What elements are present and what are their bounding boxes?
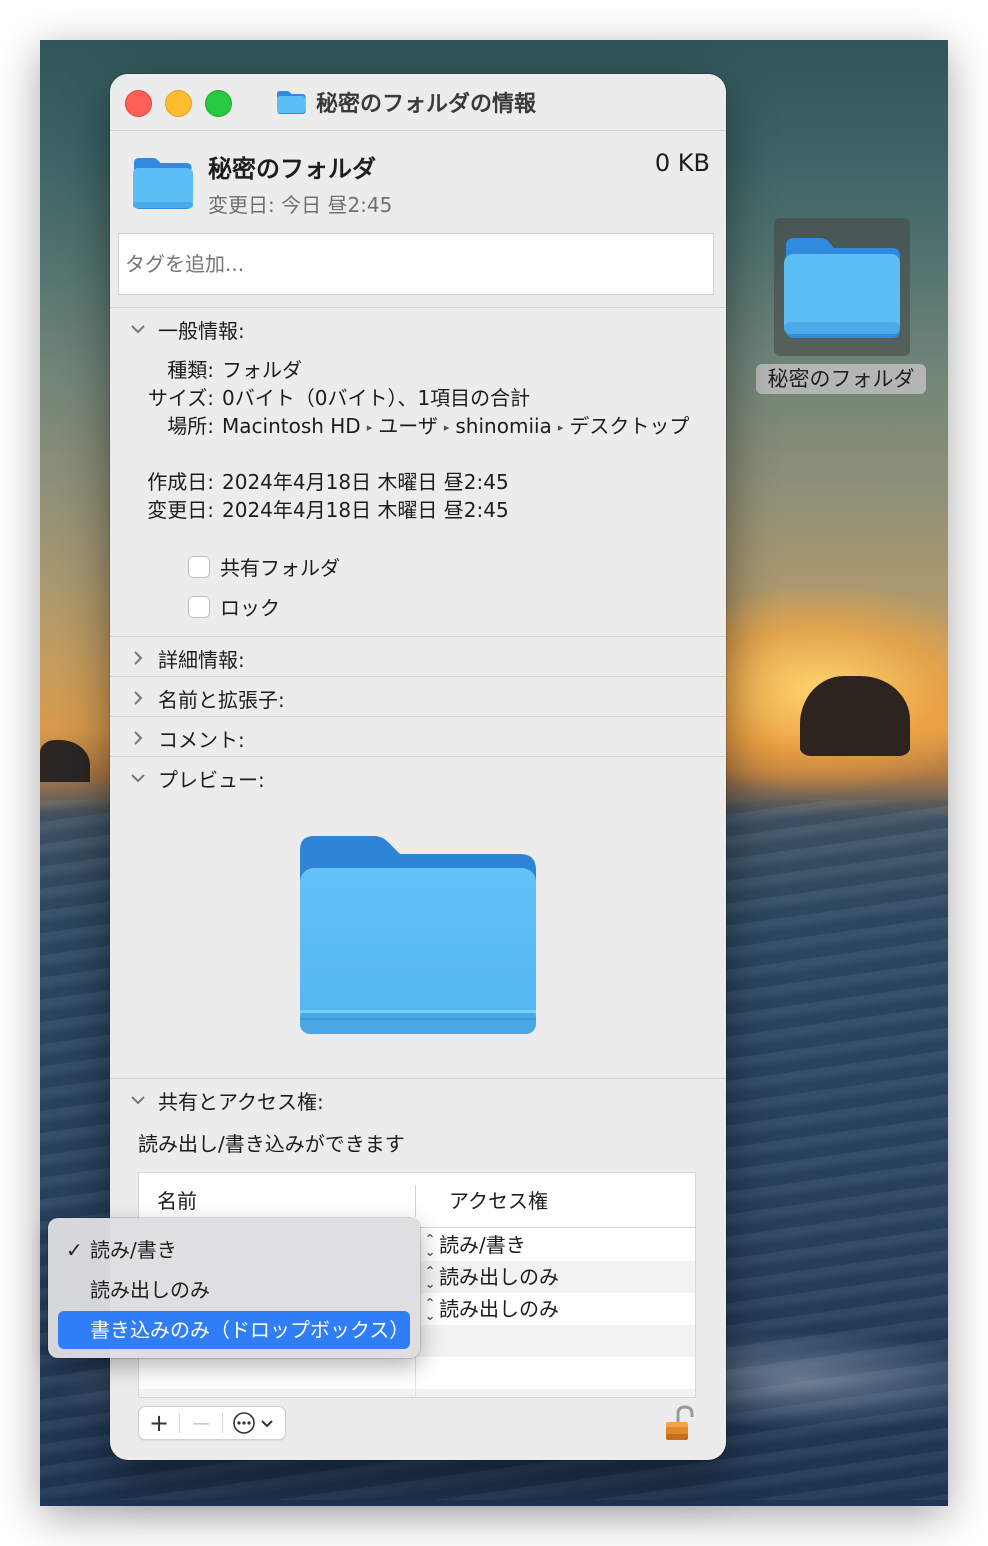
chevron-right-icon bbox=[134, 731, 143, 745]
chevron-down-icon bbox=[131, 774, 145, 783]
path-separator: ▸ bbox=[366, 421, 373, 434]
divider bbox=[110, 716, 726, 717]
section-general-label: 一般情報: bbox=[158, 318, 245, 343]
kind-value: フォルダ bbox=[222, 358, 302, 382]
column-separator bbox=[415, 1185, 416, 1217]
zoom-button[interactable] bbox=[205, 90, 232, 117]
chevron-down-icon bbox=[131, 325, 145, 334]
modified-date: 変更日: 今日 昼2:45 bbox=[208, 193, 393, 217]
add-user-button[interactable]: + bbox=[139, 1407, 179, 1439]
desktop-folder-icon[interactable] bbox=[774, 218, 910, 356]
chevron-right-icon bbox=[134, 651, 143, 665]
modified-label: 変更日: bbox=[147, 498, 214, 522]
section-more-info[interactable]: 詳細情報: bbox=[128, 643, 245, 673]
chevron-right-icon bbox=[134, 691, 143, 705]
access-popup-menu: ✓ 読み/書き 読み出しのみ 書き込みのみ（ドロップボックス） bbox=[48, 1218, 420, 1358]
shared-folder-checkbox[interactable] bbox=[188, 555, 210, 578]
locked-label: ロック bbox=[220, 596, 280, 620]
path-user: shinomiia bbox=[455, 414, 552, 438]
path-volume: Macintosh HD bbox=[222, 414, 361, 438]
divider bbox=[110, 636, 726, 637]
table-row bbox=[139, 1389, 695, 1397]
section-name-extension[interactable]: 名前と拡張子: bbox=[128, 683, 285, 713]
locked-checkbox-row[interactable]: ロック bbox=[188, 592, 280, 621]
file-size: 0 KB bbox=[654, 149, 710, 177]
close-button[interactable] bbox=[125, 90, 152, 117]
action-menu-button[interactable] bbox=[223, 1407, 283, 1439]
section-comments[interactable]: コメント: bbox=[128, 723, 245, 753]
updown-arrows-icon: ⌃ ⌃ bbox=[424, 1296, 436, 1322]
file-header: 秘密のフォルダ 0 KB 変更日: 今日 昼2:45 bbox=[110, 131, 726, 307]
title-bar[interactable]: 秘密のフォルダの情報 bbox=[110, 74, 726, 131]
where-label: 場所: bbox=[167, 414, 214, 438]
updown-arrows-icon: ⌃ ⌃ bbox=[424, 1232, 436, 1258]
section-sharing-label: 共有とアクセス権: bbox=[158, 1089, 324, 1114]
divider bbox=[110, 307, 726, 308]
ellipsis-circle-icon bbox=[233, 1412, 255, 1434]
file-name: 秘密のフォルダ bbox=[208, 155, 376, 183]
size-value: 0バイト（0バイト）、1項目の合計 bbox=[222, 386, 531, 410]
chevron-down-icon bbox=[131, 1096, 145, 1105]
updown-arrows-icon: ⌃ ⌃ bbox=[424, 1264, 436, 1290]
shared-folder-checkbox-row[interactable]: 共有フォルダ bbox=[188, 552, 340, 581]
created-value: 2024年4月18日 木曜日 昼2:45 bbox=[222, 470, 509, 494]
minimize-button[interactable] bbox=[165, 90, 192, 117]
divider bbox=[110, 756, 726, 757]
permission-description: 読み出し/書き込みができます bbox=[138, 1132, 405, 1156]
menu-item-label: 書き込みのみ（ドロップボックス） bbox=[90, 1318, 410, 1342]
menu-item-write-only[interactable]: 書き込みのみ（ドロップボックス） bbox=[58, 1311, 410, 1349]
tags-field[interactable] bbox=[118, 233, 714, 295]
divider bbox=[110, 1078, 726, 1079]
access-value: 読み/書き bbox=[439, 1233, 526, 1257]
path-users: ユーザ bbox=[378, 414, 438, 438]
window-title: 秘密のフォルダの情報 bbox=[316, 92, 537, 117]
title-folder-icon bbox=[277, 91, 306, 114]
shared-folder-label: 共有フォルダ bbox=[220, 556, 340, 580]
locked-checkbox[interactable] bbox=[188, 595, 210, 618]
remove-user-button[interactable]: — bbox=[180, 1407, 222, 1439]
sea-rock bbox=[800, 676, 910, 756]
section-more-info-label: 詳細情報: bbox=[158, 647, 245, 672]
size-label: サイズ: bbox=[147, 386, 214, 410]
where-value: Macintosh HD ▸ ユーザ ▸ shinomiia ▸ デスクトップ bbox=[222, 412, 692, 444]
chevron-down-icon bbox=[261, 1420, 273, 1428]
path-desktop: デスクトップ bbox=[569, 414, 690, 438]
path-separator: ▸ bbox=[443, 421, 450, 434]
access-popup[interactable]: ⌃ ⌃ 読み/書き bbox=[424, 1229, 526, 1261]
header-folder-icon bbox=[133, 158, 193, 209]
menu-item-read-write[interactable]: ✓ 読み/書き bbox=[58, 1231, 410, 1269]
menu-item-read-only[interactable]: 読み出しのみ bbox=[58, 1271, 410, 1309]
section-name-extension-label: 名前と拡張子: bbox=[158, 687, 285, 712]
access-popup[interactable]: ⌃ ⌃ 読み出しのみ bbox=[424, 1293, 560, 1325]
access-value: 読み出しのみ bbox=[439, 1297, 560, 1321]
section-comments-label: コメント: bbox=[158, 727, 245, 752]
unlocked-padlock-icon[interactable] bbox=[664, 1404, 696, 1444]
menu-item-label: 読み出しのみ bbox=[90, 1278, 210, 1302]
column-header-access[interactable]: アクセス権 bbox=[449, 1173, 548, 1227]
path-separator: ▸ bbox=[557, 421, 564, 434]
menu-item-label: 読み/書き bbox=[90, 1238, 177, 1262]
access-popup[interactable]: ⌃ ⌃ 読み出しのみ bbox=[424, 1261, 560, 1293]
desktop-folder-label[interactable]: 秘密のフォルダ bbox=[756, 364, 926, 394]
checkmark-icon: ✓ bbox=[66, 1238, 83, 1262]
kind-label: 種類: bbox=[167, 358, 214, 382]
modified-value: 2024年4月18日 木曜日 昼2:45 bbox=[222, 498, 509, 522]
preview-folder-icon bbox=[300, 836, 536, 1034]
section-sharing[interactable]: 共有とアクセス権: bbox=[128, 1085, 324, 1115]
section-preview-label: プレビュー: bbox=[158, 767, 265, 792]
permissions-toolbar: + — bbox=[138, 1406, 286, 1440]
divider bbox=[110, 676, 726, 677]
access-value: 読み出しのみ bbox=[439, 1265, 560, 1289]
sea-rock-left bbox=[40, 740, 90, 782]
created-label: 作成日: bbox=[147, 470, 214, 494]
section-preview[interactable]: プレビュー: bbox=[128, 763, 265, 793]
section-general[interactable]: 一般情報: bbox=[128, 314, 245, 344]
